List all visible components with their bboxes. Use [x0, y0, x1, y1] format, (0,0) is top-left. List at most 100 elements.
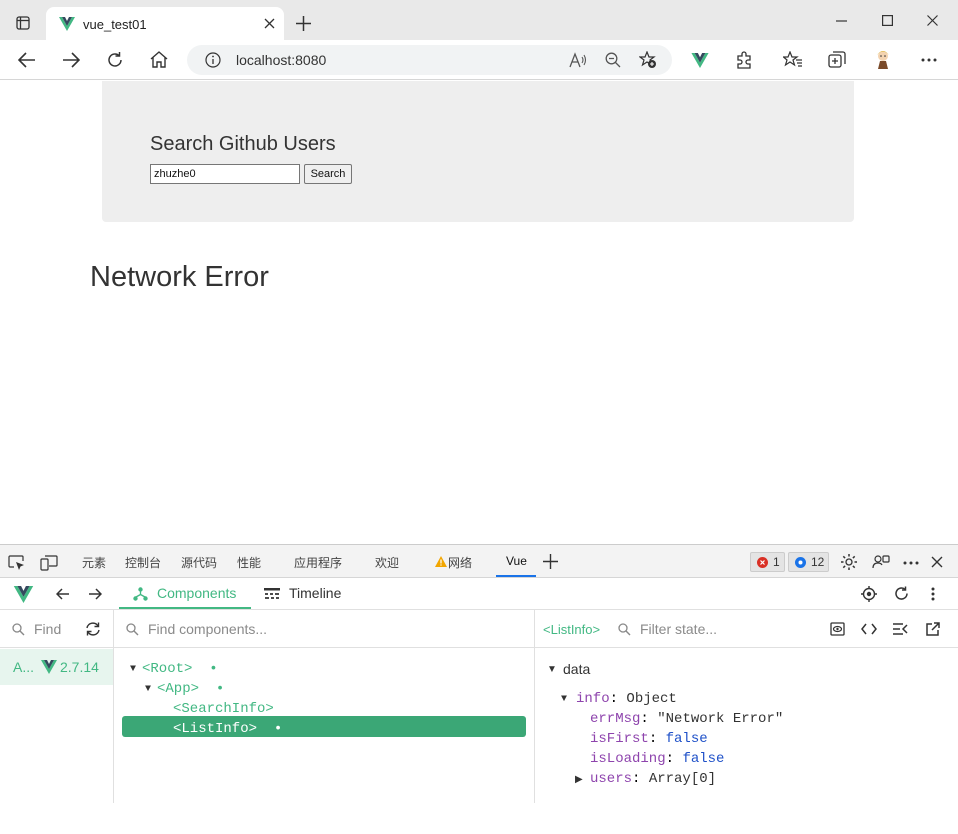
- vue-forward-icon[interactable]: [88, 588, 102, 600]
- address-bar[interactable]: localhost:8080: [187, 45, 672, 75]
- component-tree-column: Find components... ▼ <Root> • ▼ <App> • …: [114, 610, 535, 803]
- expand-arrow-icon[interactable]: ▼: [561, 694, 567, 705]
- settings-more-icon[interactable]: [921, 58, 937, 62]
- vue-devtools-header: Components Timeline: [0, 578, 958, 610]
- tab-sources[interactable]: 源代码: [181, 554, 217, 571]
- search-button[interactable]: Search: [304, 164, 352, 184]
- add-favorite-icon[interactable]: [639, 51, 657, 69]
- filter-state-input[interactable]: Filter state...: [640, 621, 717, 637]
- customize-more-icon[interactable]: [903, 561, 919, 565]
- vue-more-icon[interactable]: [931, 587, 935, 601]
- tab-vue[interactable]: Vue: [506, 554, 527, 568]
- tab-application[interactable]: 应用程序: [294, 554, 342, 571]
- search-jumbotron: Search Github Users Search: [102, 81, 854, 222]
- apps-column: Find A... 2.7.14: [0, 610, 114, 803]
- expand-arrow-icon[interactable]: ▼: [547, 664, 557, 675]
- open-external-icon[interactable]: [926, 622, 940, 636]
- state-key: errMsg: [590, 711, 641, 727]
- close-tab-icon[interactable]: [264, 18, 275, 29]
- tree-node-searchinfo[interactable]: <SearchInfo>: [173, 700, 513, 720]
- app-list-item[interactable]: A... 2.7.14: [0, 649, 113, 685]
- state-row-info[interactable]: ▼ info: Object: [561, 690, 941, 710]
- apps-filter-bar: Find: [0, 610, 113, 648]
- state-row-errmsg[interactable]: errMsg: "Network Error": [590, 710, 950, 730]
- collections-icon[interactable]: [828, 51, 846, 69]
- message-icon: [795, 557, 806, 568]
- tree-node-root[interactable]: ▼ <Root> •: [130, 660, 510, 680]
- error-message: Network Error: [90, 261, 269, 293]
- tab-performance[interactable]: 性能: [237, 554, 261, 571]
- state-value: Array[0]: [648, 771, 717, 787]
- forward-icon[interactable]: [62, 52, 80, 68]
- tab-timeline[interactable]: Timeline: [289, 585, 341, 601]
- extensions-icon[interactable]: [735, 51, 753, 69]
- back-icon[interactable]: [18, 52, 36, 68]
- tree-node-app[interactable]: ▼ <App> •: [145, 680, 505, 700]
- error-count: 1: [773, 555, 780, 569]
- find-components-input[interactable]: Find components...: [148, 621, 267, 637]
- refresh-icon[interactable]: [894, 586, 909, 601]
- tab-components[interactable]: Components: [119, 578, 251, 609]
- profile-avatar[interactable]: [872, 49, 894, 71]
- expand-arrow-icon[interactable]: ▼: [145, 684, 151, 695]
- page-viewport: Search Github Users Search Network Error: [0, 81, 958, 544]
- tab-console[interactable]: 控制台: [125, 554, 161, 571]
- devtools-panel: 元素 控制台 源代码 性能 应用程序 欢迎 网络 Vue 1 12 Compon…: [0, 544, 958, 803]
- select-component-icon[interactable]: [861, 586, 877, 602]
- more-tabs-plus-icon[interactable]: [543, 554, 558, 569]
- tab-elements[interactable]: 元素: [82, 554, 106, 571]
- home-icon[interactable]: [150, 51, 168, 68]
- open-in-editor-icon[interactable]: [892, 623, 908, 635]
- tab-network[interactable]: 网络: [448, 554, 472, 571]
- devtools-tab-bar: 元素 控制台 源代码 性能 应用程序 欢迎 网络 Vue 1 12: [0, 545, 958, 578]
- refresh-icon[interactable]: [106, 51, 124, 69]
- refresh-apps-icon[interactable]: [85, 622, 101, 636]
- devtools-settings-icon[interactable]: [840, 553, 858, 571]
- tab-actions-icon[interactable]: [16, 16, 30, 30]
- app-find-input[interactable]: Find: [34, 621, 61, 637]
- tree-node-label: <App>: [157, 681, 200, 697]
- inspect-element-icon[interactable]: [8, 555, 25, 571]
- state-key: users: [590, 771, 633, 787]
- state-section-data[interactable]: ▼ data: [547, 660, 847, 680]
- error-count-badge[interactable]: 1: [750, 552, 785, 572]
- message-count-badge[interactable]: 12: [788, 552, 830, 572]
- tree-node-dot: •: [209, 661, 218, 677]
- maximize-icon[interactable]: [882, 15, 893, 26]
- state-value: false: [682, 751, 725, 767]
- selected-component-name: <ListInfo>: [543, 622, 601, 637]
- active-tab-indicator: [496, 575, 536, 577]
- browser-toolbar: localhost:8080: [0, 40, 958, 80]
- close-window-icon[interactable]: [927, 15, 938, 26]
- vue-devtools-extension-icon[interactable]: [691, 53, 709, 68]
- site-info-icon[interactable]: [205, 52, 221, 68]
- state-row-users[interactable]: ▶ users: Array[0]: [575, 770, 945, 790]
- browser-tab[interactable]: vue_test01: [46, 7, 284, 41]
- search-icon: [618, 623, 631, 636]
- vue-version: 2.7.14: [60, 659, 99, 675]
- zoom-out-icon[interactable]: [605, 52, 621, 68]
- search-input[interactable]: [150, 164, 300, 184]
- tree-node-listinfo[interactable]: <ListInfo> •: [173, 720, 513, 740]
- read-aloud-icon[interactable]: [569, 52, 587, 68]
- state-key: info: [576, 691, 610, 707]
- state-value: false: [665, 731, 708, 747]
- feedback-icon[interactable]: [872, 553, 890, 571]
- scroll-to-component-icon[interactable]: [830, 622, 845, 636]
- tab-welcome[interactable]: 欢迎: [375, 554, 399, 571]
- state-row-isloading[interactable]: isLoading: false: [590, 750, 950, 770]
- inspect-dom-icon[interactable]: [861, 623, 877, 635]
- new-tab-icon[interactable]: [296, 16, 311, 31]
- favorites-icon[interactable]: [783, 51, 803, 69]
- timeline-icon: [264, 588, 280, 601]
- close-devtools-icon[interactable]: [931, 556, 943, 568]
- expand-arrow-icon[interactable]: ▼: [130, 664, 136, 675]
- vue-back-icon[interactable]: [56, 588, 70, 600]
- minimize-icon[interactable]: [836, 20, 847, 22]
- device-emulation-icon[interactable]: [40, 555, 58, 571]
- state-section-label: data: [563, 661, 591, 677]
- vue-logo-icon: [41, 660, 57, 674]
- collapse-arrow-icon[interactable]: ▶: [575, 774, 583, 786]
- message-count: 12: [811, 555, 825, 569]
- state-row-isfirst[interactable]: isFirst: false: [590, 730, 950, 750]
